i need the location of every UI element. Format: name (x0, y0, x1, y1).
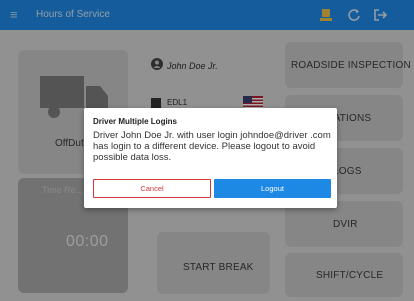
cancel-button[interactable]: Cancel (93, 179, 211, 198)
dialog-message: Driver John Doe Jr. with user login john… (93, 130, 331, 163)
logout-button[interactable]: Logout (214, 179, 331, 198)
multiple-logins-dialog: Driver Multiple Logins Driver John Doe J… (84, 108, 337, 208)
dialog-title: Driver Multiple Logins (93, 117, 178, 126)
